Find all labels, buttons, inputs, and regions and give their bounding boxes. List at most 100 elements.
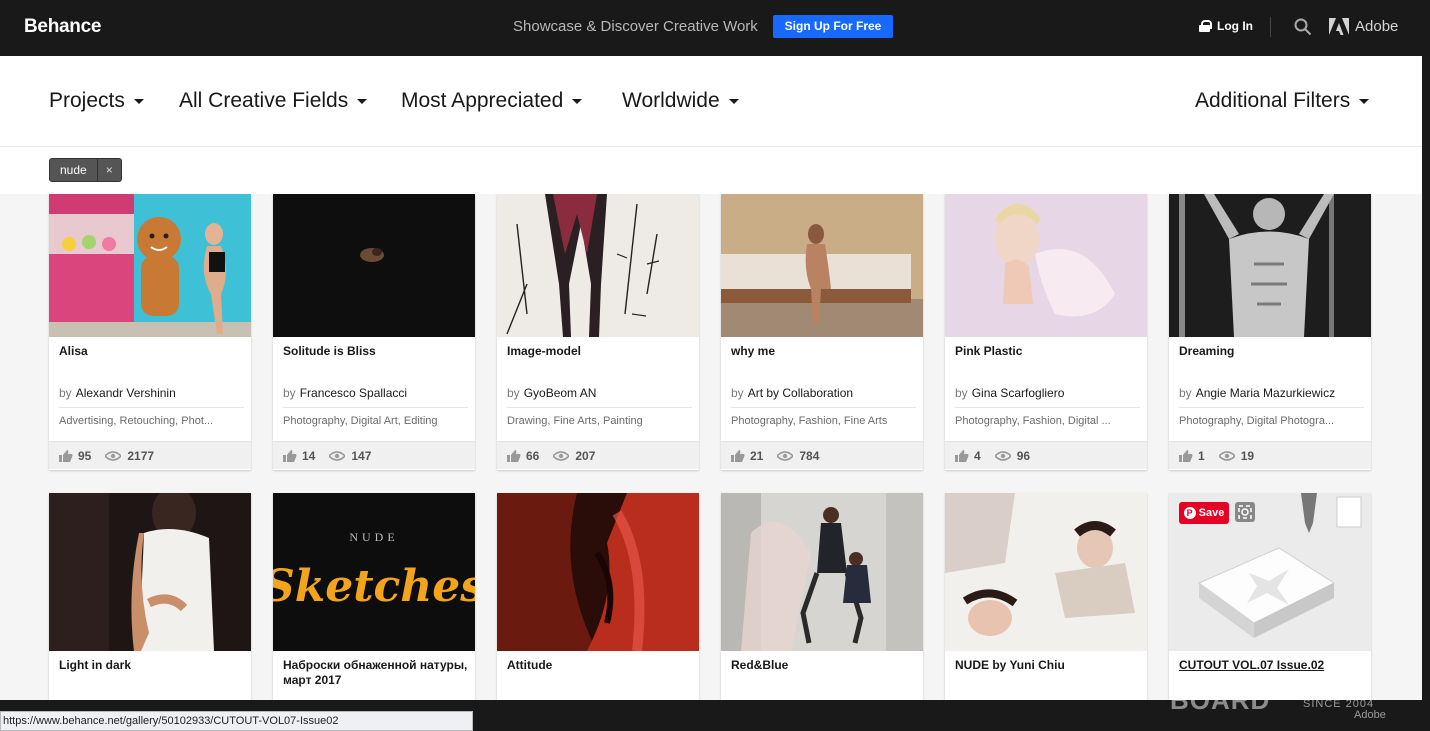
views-icon — [1218, 450, 1235, 461]
project-fields[interactable]: Photography, Fashion, Digital ... — [955, 415, 1140, 427]
project-title[interactable]: CUTOUT VOL.07 Issue.02 — [1179, 658, 1364, 673]
project-cover[interactable]: P Save — [1169, 493, 1371, 651]
project-card[interactable]: NUDE Sketches Наброски обнаженной натуры… — [273, 493, 475, 700]
cover-text: Sketches — [273, 561, 475, 612]
caret-down-icon — [133, 98, 144, 104]
project-title[interactable]: NUDE by Yuni Chiu — [955, 658, 1140, 673]
by-label: by — [955, 386, 968, 400]
login-button[interactable]: Log In — [1199, 19, 1253, 33]
adobe-link[interactable]: Adobe — [1329, 18, 1398, 35]
view-count: 784 — [799, 448, 820, 463]
owner-name[interactable]: Alexandr Vershinin — [76, 386, 176, 400]
project-card[interactable]: Red&Blue — [721, 493, 923, 700]
project-fields[interactable]: Advertising, Retouching, Phot... — [59, 415, 244, 427]
project-owner[interactable]: by Alexandr Vershinin — [59, 386, 244, 408]
project-title[interactable]: Pink Plastic — [955, 344, 1140, 359]
lock-icon — [1199, 20, 1212, 32]
close-icon[interactable]: × — [96, 159, 121, 181]
project-card[interactable]: Attitude — [497, 493, 699, 700]
adobe-label: Adobe — [1355, 18, 1399, 35]
project-cover[interactable] — [945, 493, 1147, 651]
caret-down-icon — [572, 98, 583, 104]
pinterest-save-button[interactable]: P Save — [1179, 502, 1229, 524]
project-title[interactable]: Light in dark — [59, 658, 244, 673]
by-label: by — [731, 386, 744, 400]
project-title[interactable]: why me — [731, 344, 916, 359]
owner-name[interactable]: GyoBeom AN — [524, 386, 597, 400]
by-label: by — [59, 386, 72, 400]
project-title[interactable]: Dreaming — [1179, 344, 1364, 359]
filter-creative-fields[interactable]: All Creative Fields — [179, 89, 368, 113]
project-cover[interactable] — [49, 194, 251, 337]
owner-name[interactable]: Angie Maria Mazurkiewicz — [1196, 386, 1335, 400]
view-count: 2177 — [127, 448, 155, 463]
visual-search-icon[interactable] — [1235, 502, 1255, 522]
project-title[interactable]: Image-model — [507, 344, 692, 359]
project-cover[interactable] — [497, 493, 699, 651]
view-count: 147 — [351, 448, 372, 463]
project-card[interactable]: Dreaming by Angie Maria Mazurkiewicz Phot… — [1169, 194, 1371, 470]
signup-button[interactable]: Sign Up For Free — [773, 15, 893, 38]
project-owner[interactable]: by Gina Scarfogliero — [955, 386, 1140, 408]
behance-logo[interactable]: Behance — [24, 16, 101, 38]
filter-sort[interactable]: Most Appreciated — [401, 89, 583, 113]
caret-down-icon — [1359, 98, 1370, 104]
caret-down-icon — [728, 98, 739, 104]
view-count: 19 — [1240, 448, 1255, 463]
project-title[interactable]: Alisa — [59, 344, 244, 359]
project-title[interactable]: Attitude — [507, 658, 692, 673]
search-icon[interactable] — [1294, 18, 1312, 36]
project-card[interactable]: Image-model by GyoBeom AN Drawing, Fine A… — [497, 194, 699, 470]
appreciation-count: 66 — [526, 448, 540, 463]
project-cover[interactable] — [497, 194, 699, 337]
project-fields[interactable]: Photography, Fashion, Fine Arts — [731, 415, 916, 427]
project-card[interactable]: P Save CUTOUT VOL.07 Issue.02 — [1169, 493, 1371, 700]
filter-label: Additional Filters — [1195, 89, 1351, 112]
project-card[interactable]: Pink Plastic by Gina Scarfogliero Photogr… — [945, 194, 1147, 470]
view-count: 207 — [575, 448, 596, 463]
project-stats: 21 784 — [721, 441, 923, 469]
project-owner[interactable]: by Art by Collaboration — [731, 386, 916, 408]
views-icon — [777, 450, 794, 461]
nav-divider — [1270, 17, 1271, 37]
filter-projects[interactable]: Projects — [49, 89, 144, 113]
project-stats: 14 147 — [273, 441, 475, 469]
project-cover[interactable] — [273, 194, 475, 337]
project-card[interactable]: Alisa by Alexandr Vershinin Advertising, … — [49, 194, 251, 470]
project-title[interactable]: Red&Blue — [731, 658, 916, 673]
project-owner[interactable]: by Angie Maria Mazurkiewicz — [1179, 386, 1364, 408]
by-label: by — [283, 386, 296, 400]
project-card[interactable]: Light in dark — [49, 493, 251, 700]
owner-name[interactable]: Art by Collaboration — [748, 386, 853, 400]
project-cover[interactable] — [721, 194, 923, 337]
pinterest-icon: P — [1183, 507, 1196, 519]
filter-additional[interactable]: Additional Filters — [1195, 89, 1370, 113]
by-label: by — [507, 386, 520, 400]
project-cover[interactable] — [721, 493, 923, 651]
project-title[interactable]: Solitude is Bliss — [283, 344, 468, 359]
project-cover[interactable] — [945, 194, 1147, 337]
project-cover[interactable]: NUDE Sketches — [273, 493, 475, 651]
project-owner[interactable]: by GyoBeom AN — [507, 386, 692, 408]
project-fields[interactable]: Photography, Digital Photogra... — [1179, 415, 1364, 427]
search-tag[interactable]: nude × — [49, 158, 122, 182]
project-grid: Alisa by Alexandr Vershinin Advertising, … — [0, 194, 1422, 700]
cover-text: NUDE — [349, 530, 398, 544]
global-nav: Behance Showcase & Discover Creative Wor… — [0, 0, 1430, 56]
project-cover[interactable] — [49, 493, 251, 651]
project-title[interactable]: Наброски обнаженной натуры, март 2017 — [283, 658, 468, 688]
owner-name[interactable]: Gina Scarfogliero — [972, 386, 1065, 400]
filter-location[interactable]: Worldwide — [622, 89, 739, 113]
owner-name[interactable]: Francesco Spallacci — [300, 386, 407, 400]
project-card[interactable]: Solitude is Bliss by Francesco Spallacci … — [273, 194, 475, 470]
appreciation-count: 4 — [974, 448, 981, 463]
project-owner[interactable]: by Francesco Spallacci — [283, 386, 468, 408]
project-stats: 1 19 — [1169, 441, 1371, 469]
project-cover[interactable] — [1169, 194, 1371, 337]
filter-label: Most Appreciated — [401, 89, 564, 112]
project-card[interactable]: NUDE by Yuni Chiu — [945, 493, 1147, 700]
status-bar-url: https://www.behance.net/gallery/50102933… — [0, 711, 473, 731]
project-card[interactable]: why me by Art by Collaboration Photograph… — [721, 194, 923, 470]
project-fields[interactable]: Drawing, Fine Arts, Painting — [507, 415, 692, 427]
project-fields[interactable]: Photography, Digital Art, Editing — [283, 415, 468, 427]
